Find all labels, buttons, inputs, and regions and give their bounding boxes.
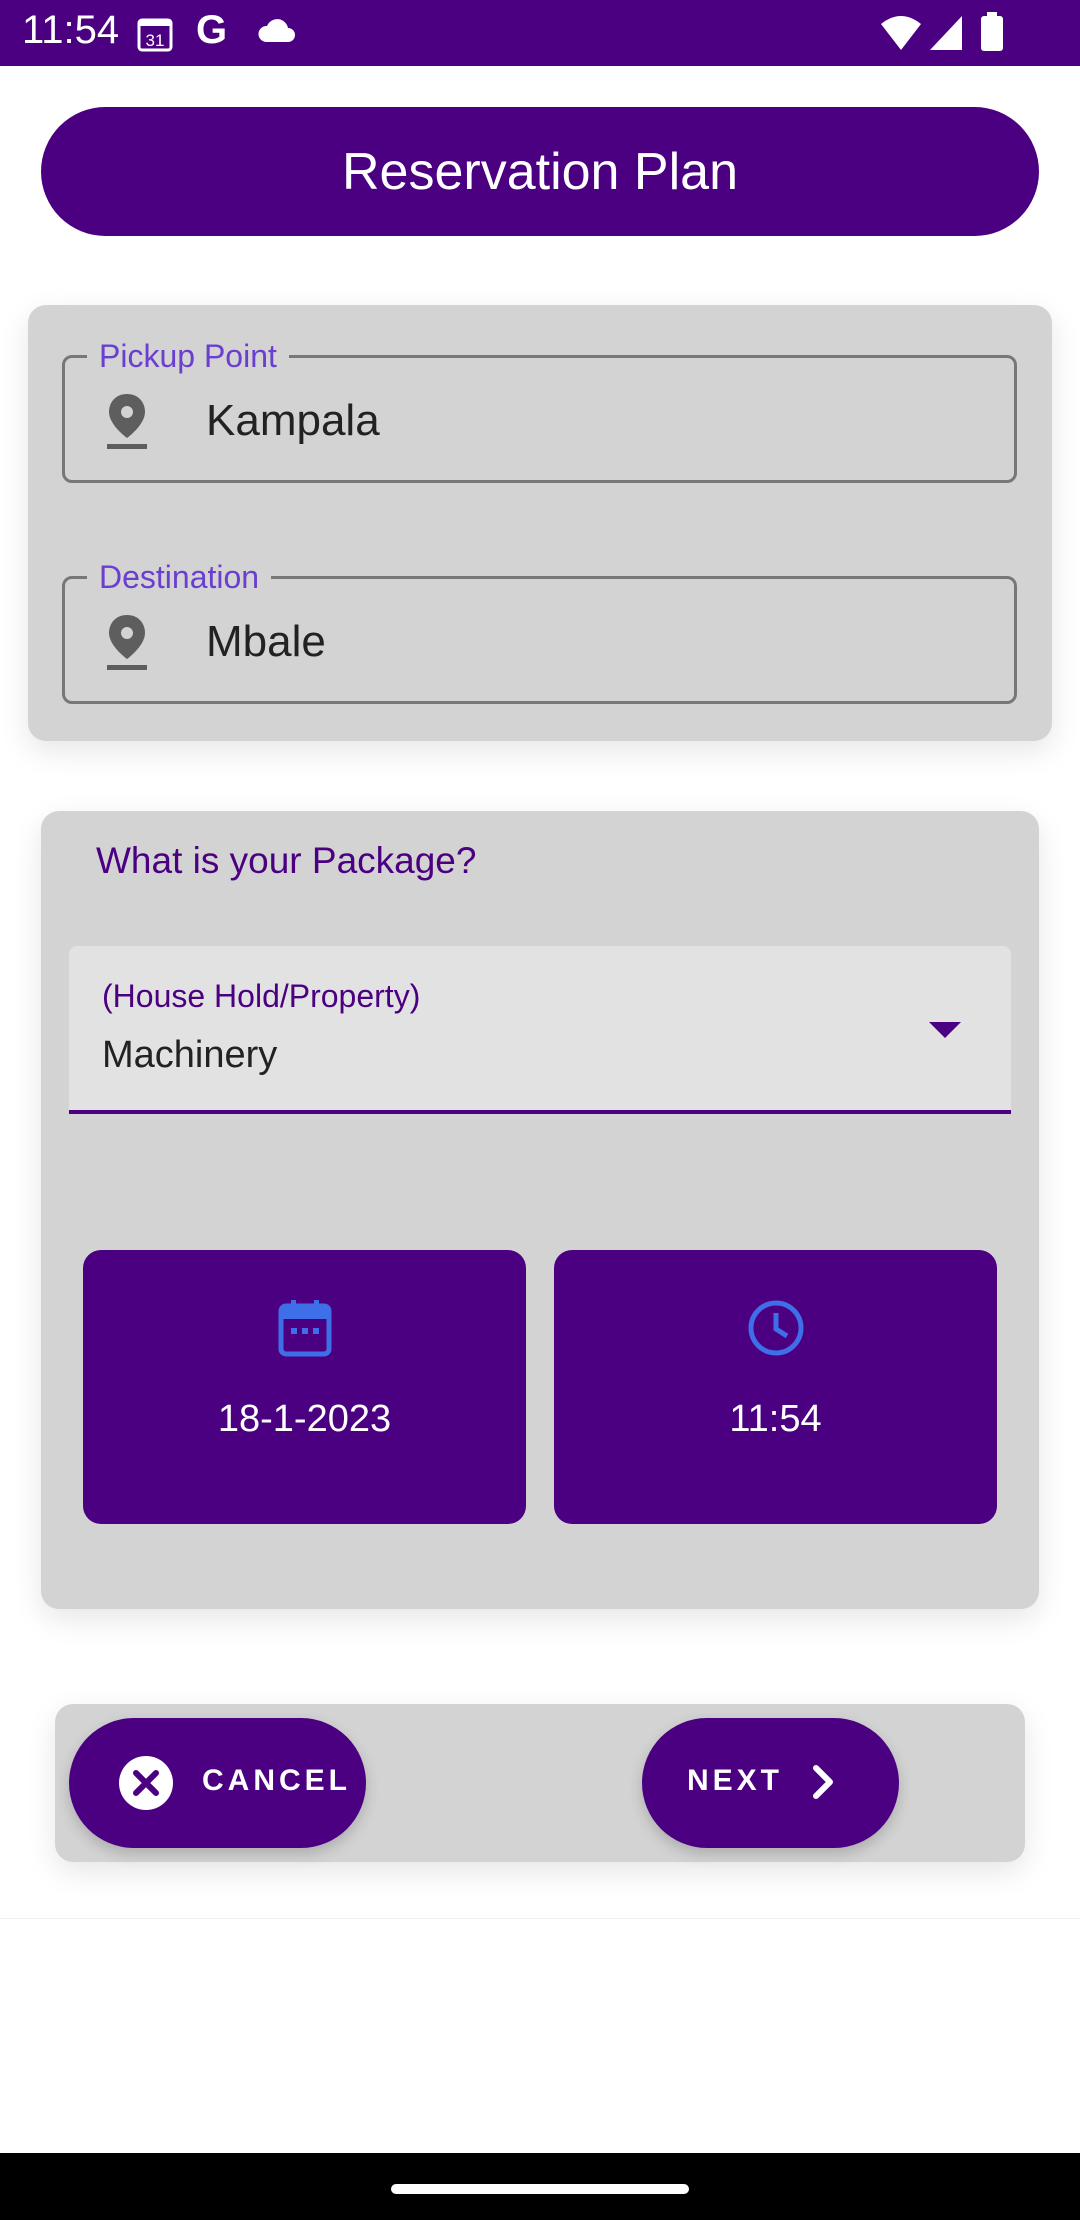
- battery-icon: [980, 12, 1004, 57]
- dropdown-arrow-icon[interactable]: [929, 1022, 961, 1045]
- package-select[interactable]: (House Hold/Property) Machinery: [69, 946, 1011, 1114]
- next-button[interactable]: NEXT: [642, 1718, 899, 1848]
- chevron-right-icon: [808, 1762, 838, 1807]
- status-bar: 11:54 31 G: [0, 0, 1080, 66]
- location-pin-icon: [105, 392, 149, 455]
- destination-label: Destination: [87, 557, 272, 597]
- home-handle[interactable]: [391, 2184, 689, 2194]
- pickup-field[interactable]: Pickup Point Kampala: [62, 336, 1017, 483]
- cancel-button[interactable]: CANCEL: [69, 1718, 366, 1848]
- pickup-label: Pickup Point: [87, 336, 289, 376]
- cloud-icon: [256, 16, 296, 51]
- date-value: 18-1-2023: [217, 1398, 392, 1440]
- cancel-label: CANCEL: [202, 1764, 351, 1797]
- time-value: 11:54: [729, 1398, 822, 1440]
- pickup-input[interactable]: Kampala: [206, 396, 380, 446]
- route-card: Pickup Point Kampala Destination Mbale: [28, 305, 1052, 741]
- package-question: What is your Package?: [96, 840, 477, 881]
- date-picker-button[interactable]: 18-1-2023: [83, 1250, 526, 1524]
- calendar-day-text: 31: [146, 31, 165, 50]
- wifi-icon: [880, 14, 922, 57]
- page-title: Reservation Plan: [41, 107, 1039, 236]
- destination-field[interactable]: Destination Mbale: [62, 557, 1017, 704]
- signal-icon: [928, 14, 964, 57]
- calendar-icon: [83, 1298, 526, 1363]
- close-circle-icon: [118, 1755, 174, 1816]
- package-select-value: Machinery: [102, 1034, 278, 1076]
- location-pin-icon: [105, 613, 149, 676]
- content-divider: [0, 1918, 1080, 1919]
- time-picker-button[interactable]: 11:54: [554, 1250, 997, 1524]
- google-icon: G: [196, 8, 228, 52]
- calendar-status-icon: 31: [136, 14, 176, 59]
- next-label: NEXT: [687, 1764, 784, 1797]
- destination-input[interactable]: Mbale: [206, 617, 326, 667]
- clock-icon: [554, 1298, 997, 1363]
- package-select-label: (House Hold/Property): [102, 978, 421, 1014]
- status-time: 11:54: [22, 8, 120, 52]
